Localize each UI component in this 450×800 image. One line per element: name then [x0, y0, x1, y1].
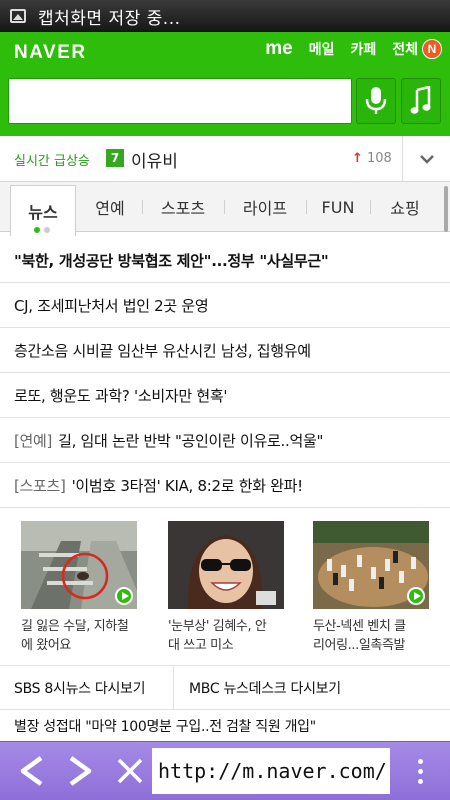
- voice-search-button[interactable]: [356, 78, 396, 124]
- tab-fun[interactable]: FUN: [308, 182, 368, 232]
- news-item[interactable]: [스포츠] '이범호 3타점' KIA, 8:2로 한화 완파!: [0, 463, 450, 508]
- chevron-down-icon: [419, 155, 434, 164]
- music-search-button[interactable]: [401, 78, 441, 124]
- news-title: CJ, 조세피난처서 법인 2곳 운영: [14, 296, 209, 315]
- video-replay-row: SBS 8시뉴스 다시보기 MBC 뉴스데스크 다시보기: [0, 666, 450, 710]
- news-item[interactable]: 로또, 행운도 과학? '소비자만 현혹': [0, 373, 450, 418]
- naver-header: NAVER me 메일 카페 전체 N: [0, 32, 450, 136]
- close-icon: [117, 758, 143, 784]
- cafe-link[interactable]: 카페: [350, 39, 376, 59]
- expand-trending-button[interactable]: [402, 136, 450, 182]
- tab-divider: [370, 200, 371, 214]
- tab-life[interactable]: 라이프: [226, 182, 304, 232]
- back-arrow-icon: [20, 756, 43, 786]
- rising-arrow-icon: ↑: [352, 151, 363, 166]
- search-input[interactable]: [8, 78, 352, 124]
- naver-logo[interactable]: NAVER: [14, 42, 87, 64]
- photo-caption: 두산-넥센 벤치 클 리어링...일촉즉발: [313, 617, 429, 655]
- trending-change-count: 108: [367, 151, 392, 166]
- music-note-icon: [410, 86, 431, 114]
- news-thumbnail[interactable]: [168, 521, 284, 609]
- divider: [173, 666, 174, 710]
- menu-dot-icon: [417, 758, 423, 764]
- sbs-news-replay-link[interactable]: SBS 8시뉴스 다시보기: [14, 666, 146, 710]
- menu-button[interactable]: [398, 746, 442, 796]
- news-item[interactable]: CJ, 조세피난처서 법인 2곳 운영: [0, 283, 450, 328]
- news-item[interactable]: "북한, 개성공단 방북협조 제안"...정부 "사실무근": [0, 238, 450, 283]
- mbc-news-replay-link[interactable]: MBC 뉴스데스크 다시보기: [189, 666, 341, 710]
- browser-toolbar: http://m.naver.com/: [0, 741, 450, 800]
- scrollbar[interactable]: [444, 186, 448, 232]
- news-title: 층간소음 시비끝 임산부 유산시킨 남성, 집행유예: [14, 341, 311, 360]
- news-list: "북한, 개성공단 방북협조 제안"...정부 "사실무근" CJ, 조세피난처…: [0, 238, 450, 508]
- tab-shopping[interactable]: 쇼핑: [372, 182, 438, 232]
- photo-caption: '눈부상' 김혜수, 안 대 쓰고 미소: [168, 617, 284, 655]
- page-indicator: [34, 227, 50, 233]
- mail-link[interactable]: 메일: [309, 39, 335, 59]
- news-item-partial[interactable]: 별장 성접대 "마약 100명분 구입..전 검찰 직원 개입": [14, 716, 316, 736]
- news-title: 로또, 행운도 과학? '소비자만 현혹': [14, 386, 228, 405]
- page-dot-active: [34, 227, 40, 233]
- caption-line: 길 잃은 수달, 지하철: [21, 619, 129, 634]
- play-icon: [115, 587, 133, 605]
- tab-sports[interactable]: 스포츠: [144, 182, 222, 232]
- stop-button[interactable]: [110, 750, 150, 792]
- photo-news-item[interactable]: 길 잃은 수달, 지하철 에 왔어요: [21, 521, 137, 655]
- photo-news-item[interactable]: '눈부상' 김혜수, 안 대 쓰고 미소: [168, 521, 284, 655]
- news-item[interactable]: [연예] 길, 임대 논란 반박 "공인이란 이유로..억울": [0, 418, 450, 463]
- forward-button[interactable]: [60, 750, 100, 792]
- header-links: me 메일 카페 전체 N: [249, 38, 442, 60]
- news-thumbnail[interactable]: [313, 521, 429, 609]
- screen: 캡처화면 저장 중... NAVER me 메일 카페 전체 N 실시간 급상승…: [0, 0, 450, 800]
- news-title: 길, 임대 논란 반박 "공인이란 이유로..억울": [58, 431, 324, 450]
- tab-divider: [224, 200, 225, 214]
- trending-rank-badge: 7: [106, 149, 124, 167]
- news-title: '이범호 3타점' KIA, 8:2로 한화 완파!: [71, 476, 304, 495]
- news-item[interactable]: 층간소음 시비끝 임산부 유산시킨 남성, 집행유예: [0, 328, 450, 373]
- news-category: [스포츠]: [14, 476, 66, 495]
- tab-divider: [142, 200, 143, 214]
- tab-entertainment[interactable]: 연예: [80, 182, 140, 232]
- url-bar[interactable]: http://m.naver.com/: [152, 748, 390, 794]
- category-tabs: 뉴스 연예 스포츠 라이프 FUN 쇼핑: [0, 182, 450, 236]
- trending-keyword[interactable]: 이유비: [131, 147, 178, 172]
- menu-dot-icon: [417, 778, 423, 784]
- tab-divider: [306, 200, 307, 214]
- microphone-icon: [365, 87, 387, 114]
- image-icon: [10, 9, 26, 23]
- status-notification-text: 캡처화면 저장 중...: [38, 8, 181, 29]
- menu-dot-icon: [417, 768, 423, 774]
- all-services-link[interactable]: 전체: [392, 39, 418, 59]
- caption-line: 대 쓰고 미소: [168, 638, 234, 653]
- status-bar: 캡처화면 저장 중...: [0, 0, 450, 32]
- realtime-label: 실시간 급상승: [14, 154, 90, 169]
- photo-caption: 길 잃은 수달, 지하철 에 왔어요: [21, 617, 137, 655]
- caption-line: 두산-넥센 벤치 클: [313, 619, 406, 634]
- news-category: [연예]: [14, 431, 53, 450]
- news-title: "북한, 개성공단 방북협조 제안"...정부 "사실무근": [14, 251, 329, 270]
- realtime-trending-row[interactable]: 실시간 급상승 7 이유비 ↑ 108: [0, 136, 450, 182]
- news-thumbnail[interactable]: [21, 521, 137, 609]
- play-icon: [407, 587, 425, 605]
- new-badge[interactable]: N: [422, 39, 442, 59]
- caption-line: '눈부상' 김혜수, 안: [168, 619, 267, 634]
- celebrity-sunglasses-photo: [168, 521, 284, 609]
- back-button[interactable]: [12, 750, 52, 792]
- photo-news-item[interactable]: 두산-넥센 벤치 클 리어링...일촉즉발: [313, 521, 429, 655]
- caption-line: 에 왔어요: [21, 638, 71, 653]
- page-dot: [44, 227, 50, 233]
- forward-arrow-icon: [69, 756, 92, 786]
- caption-line: 리어링...일촉즉발: [313, 638, 406, 653]
- me-link[interactable]: me: [265, 38, 292, 60]
- photo-news-row: 길 잃은 수달, 지하철 에 왔어요 '눈부상' 김혜수, 안 대 쓰고 미소 …: [0, 508, 450, 666]
